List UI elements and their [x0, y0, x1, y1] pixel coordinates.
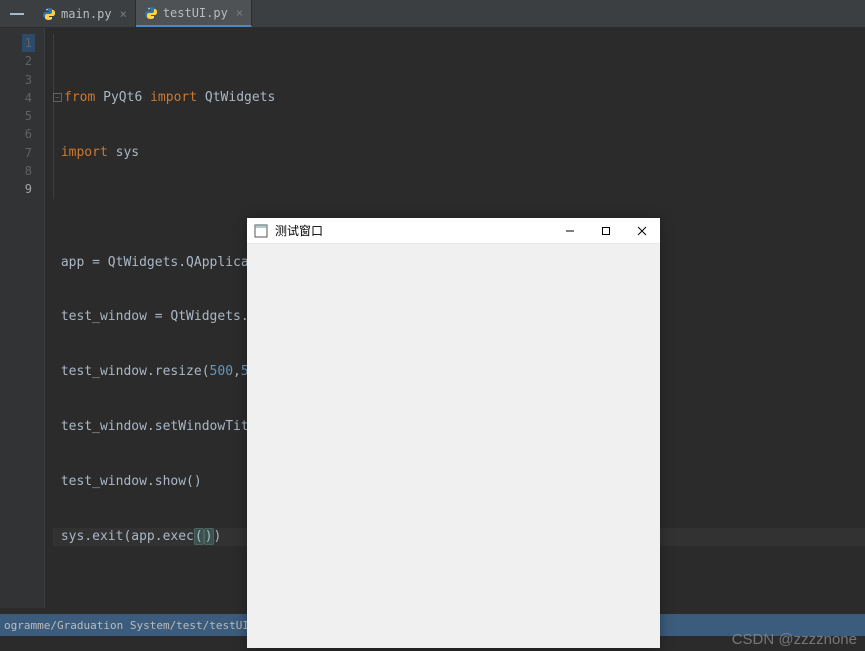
tab-testui-py[interactable]: testUI.py ×: [136, 0, 252, 27]
python-file-icon: [42, 7, 56, 21]
line-number: 7: [0, 144, 32, 162]
line-number: 6: [0, 125, 32, 143]
window-titlebar[interactable]: 测试窗口: [247, 218, 660, 244]
file-path: ogramme/Graduation System/test/testUI.: [4, 619, 256, 632]
editor-tab-bar: main.py × testUI.py ×: [0, 0, 865, 28]
tab-main-py[interactable]: main.py ×: [34, 0, 136, 27]
tool-window-minimize[interactable]: [10, 13, 24, 15]
tab-label: main.py: [61, 7, 112, 21]
code-line: import sys: [53, 144, 865, 162]
line-number: 5: [0, 107, 32, 125]
code-line: [53, 199, 865, 217]
minimize-button[interactable]: [552, 218, 588, 243]
pyqt-application-window[interactable]: 测试窗口: [247, 218, 660, 648]
line-number: 9: [0, 180, 32, 198]
line-number: 8: [0, 162, 32, 180]
watermark: CSDN @zzzznone: [732, 631, 857, 648]
line-number: 2: [0, 52, 32, 70]
indent-guide: [53, 34, 54, 199]
python-file-icon: [144, 6, 158, 20]
app-icon: [253, 223, 269, 239]
line-number: 3: [0, 71, 32, 89]
tab-label: testUI.py: [163, 6, 228, 20]
window-title: 测试窗口: [275, 222, 552, 239]
close-button[interactable]: [624, 218, 660, 243]
maximize-button[interactable]: [588, 218, 624, 243]
line-number: 1: [0, 34, 32, 52]
close-icon[interactable]: ×: [236, 6, 243, 20]
window-content: [247, 244, 660, 648]
code-line: −from PyQt6 import QtWidgets: [53, 89, 865, 107]
line-number-gutter[interactable]: 1 2 3 4 5 6 7 8 9: [0, 28, 45, 608]
line-number: 4: [0, 89, 32, 107]
close-icon[interactable]: ×: [120, 7, 127, 21]
fold-minus-icon[interactable]: −: [53, 93, 62, 102]
